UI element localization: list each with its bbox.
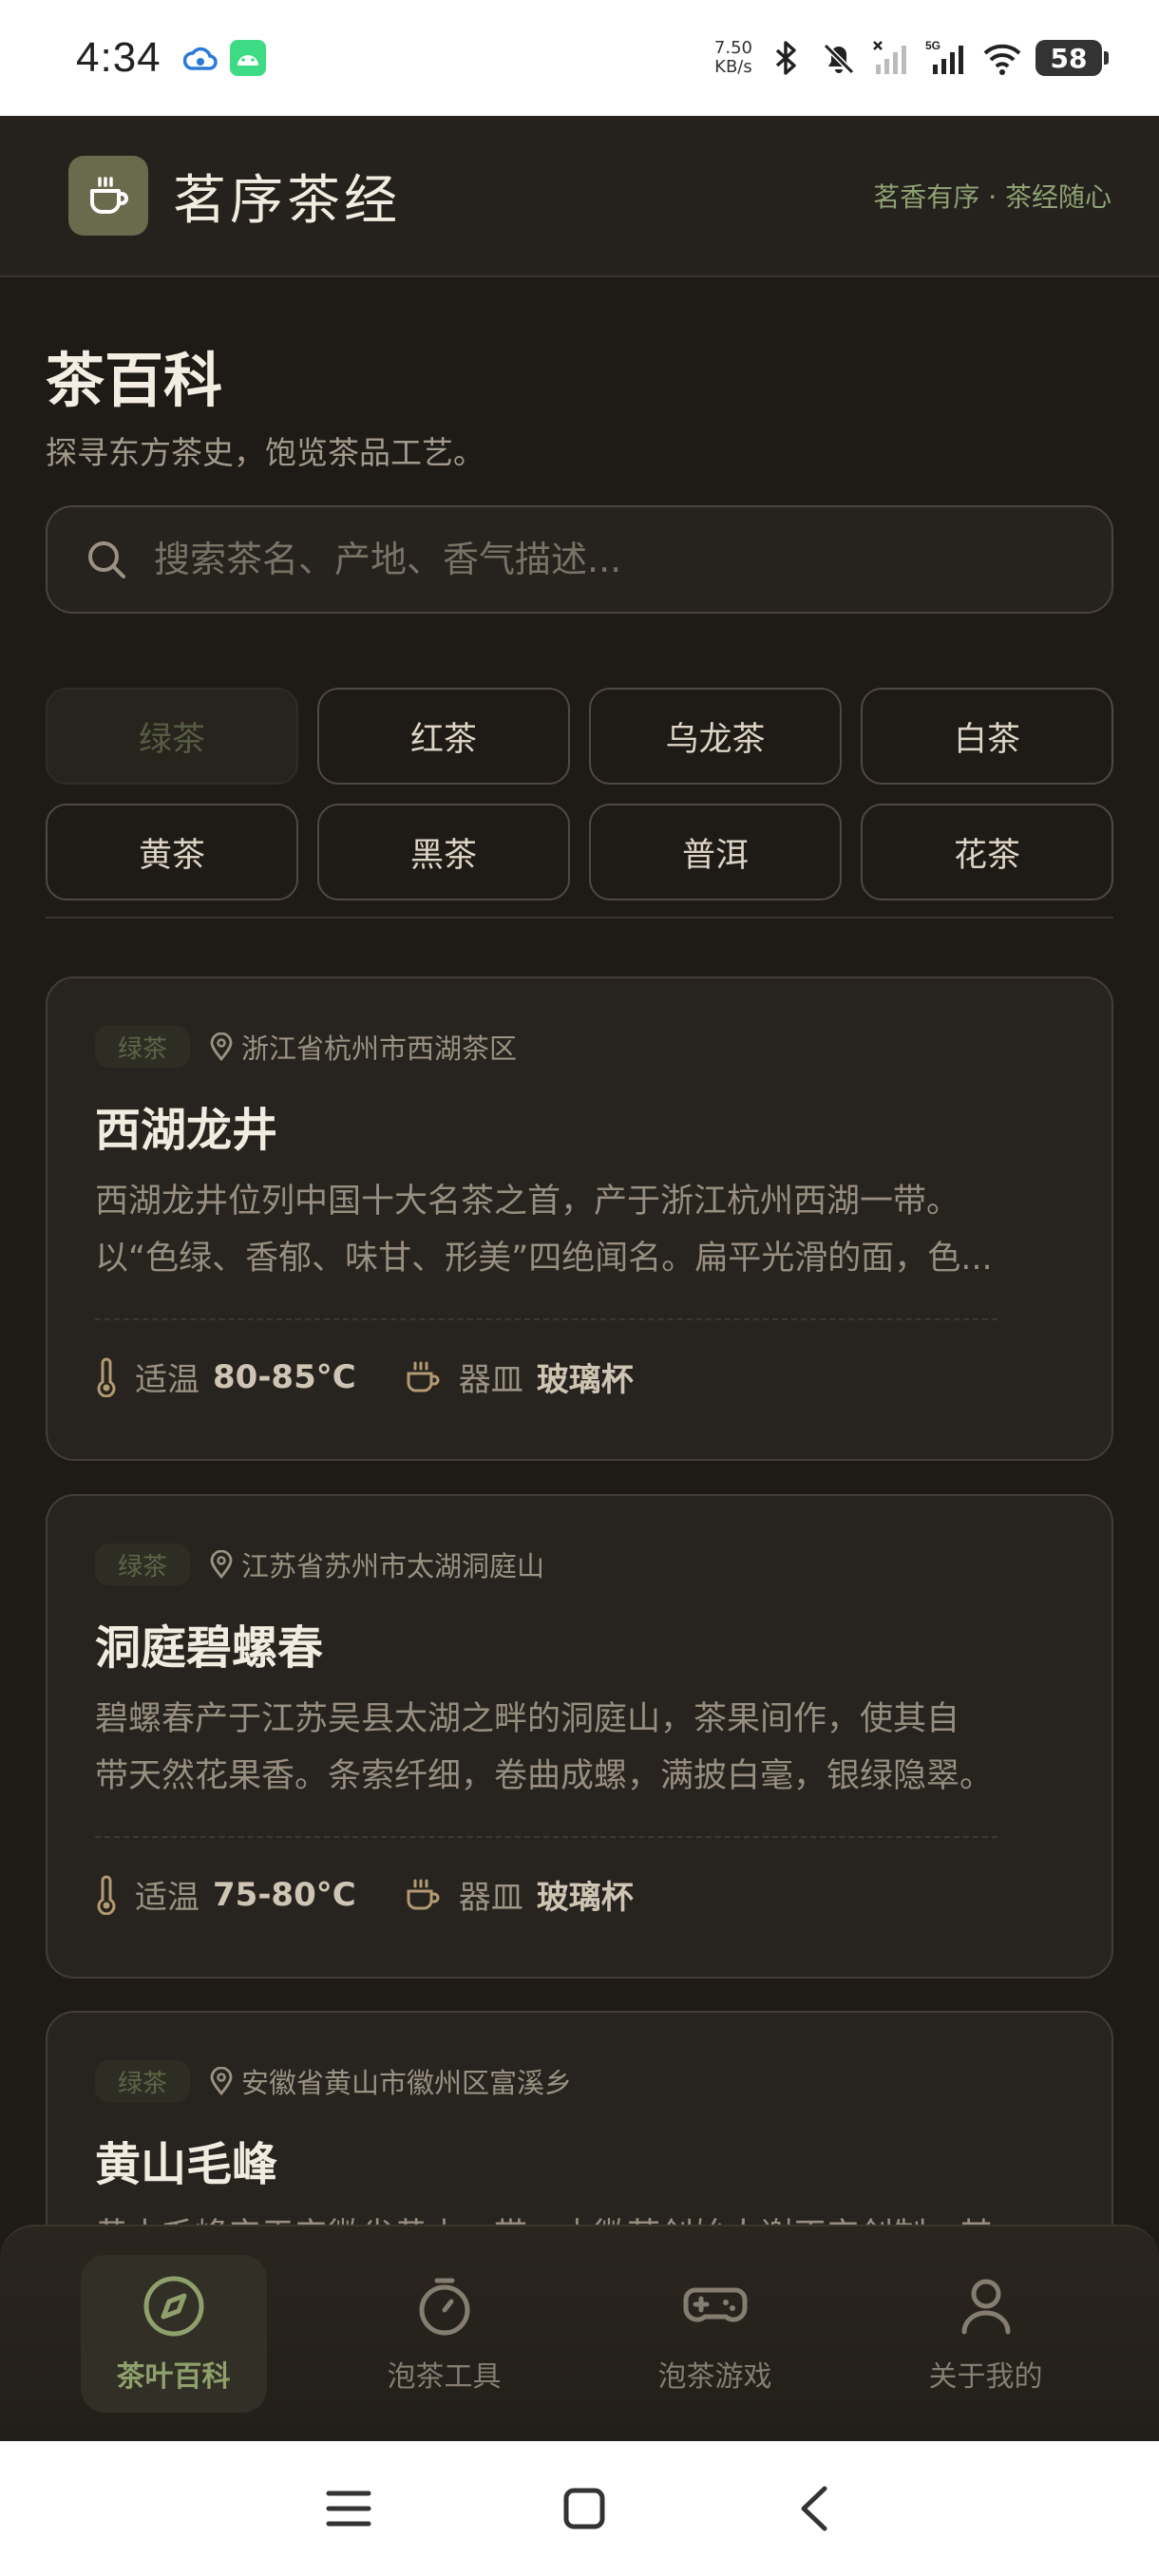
category-chip-oolong[interactable]: 乌龙茶 xyxy=(589,688,842,785)
tea-origin: 安徽省黄山市徽州区富溪乡 xyxy=(209,2061,572,2101)
search-bar[interactable] xyxy=(46,505,1113,614)
card-divider xyxy=(95,1318,998,1320)
page-subtitle: 探寻东方茶史，饱览茶品工艺。 xyxy=(46,434,484,471)
gamepad-icon xyxy=(683,2287,747,2322)
menu-icon[interactable] xyxy=(325,2488,372,2529)
svg-text:5G: 5G xyxy=(925,39,940,52)
app-title: 茗序茶经 xyxy=(173,169,401,232)
category-chip-yellow-tea[interactable]: 黄茶 xyxy=(46,804,298,900)
category-chip-dark-tea[interactable]: 黑茶 xyxy=(317,804,570,900)
cup-icon xyxy=(407,1361,440,1392)
tea-name: 黄山毛峰 xyxy=(95,2138,278,2191)
category-chip-white-tea[interactable]: 白茶 xyxy=(861,688,1113,785)
bluetooth-icon xyxy=(775,41,796,75)
system-nav-bar xyxy=(0,2441,1159,2576)
android-icon xyxy=(229,40,266,76)
app-slogan: 茗香有序 · 茶经随心 xyxy=(873,181,1112,213)
status-bar: 4:34 7.50 KB/s 5G 58 xyxy=(0,0,1159,116)
back-icon[interactable] xyxy=(796,2485,834,2532)
compass-icon xyxy=(143,2276,203,2337)
tea-origin: 浙江省杭州市西湖茶区 xyxy=(209,1027,517,1067)
tea-name: 洞庭碧螺春 xyxy=(95,1621,324,1675)
signal-5g-icon: 5G xyxy=(925,39,963,74)
tea-temperature: 适温 80-85°C xyxy=(95,1354,356,1400)
tea-card[interactable]: 绿茶 江苏省苏州市太湖洞庭山 洞庭碧螺春 碧螺春产于江苏吴县太湖之畔的洞庭山，茶… xyxy=(46,1494,1113,1979)
category-chip-black-tea[interactable]: 红茶 xyxy=(317,688,570,785)
nav-about-me[interactable]: 关于我的 xyxy=(893,2255,1079,2413)
tea-tag: 绿茶 xyxy=(95,1544,191,1585)
tea-card[interactable]: 绿茶 浙江省杭州市西湖茶区 西湖龙井 西湖龙井位列中国十大名茶之首，产于浙江杭州… xyxy=(46,976,1113,1461)
category-chip-green-tea[interactable]: 绿茶 xyxy=(46,688,298,785)
cloud-icon xyxy=(182,40,218,76)
location-pin-icon xyxy=(210,1032,233,1061)
thermometer-icon xyxy=(97,1875,116,1915)
tea-name: 西湖龙井 xyxy=(95,1104,278,1157)
home-icon[interactable] xyxy=(562,2487,606,2530)
battery-icon: 58 xyxy=(1036,40,1109,76)
location-pin-icon xyxy=(210,2067,233,2095)
tea-vessel: 器皿 玻璃杯 xyxy=(404,1354,634,1400)
timer-icon xyxy=(419,2278,469,2336)
tea-temperature: 适温 75-80°C xyxy=(95,1871,356,1918)
tea-origin: 江苏省苏州市太湖洞庭山 xyxy=(209,1544,544,1584)
category-filter: 绿茶 红茶 乌龙茶 白茶 黄茶 黑茶 普洱 花茶 xyxy=(46,688,1113,900)
location-pin-icon xyxy=(210,1550,233,1579)
search-icon xyxy=(88,541,125,578)
category-chip-flower-tea[interactable]: 花茶 xyxy=(861,804,1113,900)
cup-icon xyxy=(407,1879,440,1909)
thermometer-icon xyxy=(97,1357,116,1397)
tea-tag: 绿茶 xyxy=(95,2060,191,2102)
tea-vessel: 器皿 玻璃杯 xyxy=(404,1871,634,1918)
mute-icon xyxy=(823,43,855,75)
nav-brewing-tools[interactable]: 泡茶工具 xyxy=(352,2255,538,2413)
card-divider xyxy=(95,1836,998,1838)
category-chip-puer[interactable]: 普洱 xyxy=(589,804,842,900)
net-speed: 7.50 KB/s xyxy=(713,38,752,77)
tea-description: 碧螺春产于江苏吴县太湖之畔的洞庭山，茶果间作，使其自 带天然花果香。条索纤细，卷… xyxy=(95,1700,994,1795)
divider xyxy=(46,917,1113,919)
user-icon xyxy=(961,2279,1010,2335)
app-header: 茗序茶经 茗香有序 · 茶经随心 xyxy=(0,116,1159,277)
wifi-icon xyxy=(983,44,1021,75)
nav-tea-encyclopedia[interactable]: 茶叶百科 xyxy=(80,2255,267,2413)
tea-tag: 绿茶 xyxy=(95,1026,191,1068)
tea-description: 西湖龙井位列中国十大名茶之首，产于浙江杭州西湖一带。 以“色绿、香郁、味甘、形美… xyxy=(95,1183,993,1278)
bottom-nav: 茶叶百科 泡茶工具 泡茶游戏 关于我的 xyxy=(0,2225,1159,2441)
status-time: 4:34 xyxy=(76,34,162,81)
signal-icon xyxy=(873,41,906,74)
nav-tea-games[interactable]: 泡茶游戏 xyxy=(622,2255,808,2413)
teacup-icon xyxy=(68,156,148,236)
page-title: 茶百科 xyxy=(46,346,223,415)
search-input[interactable] xyxy=(154,539,1056,580)
